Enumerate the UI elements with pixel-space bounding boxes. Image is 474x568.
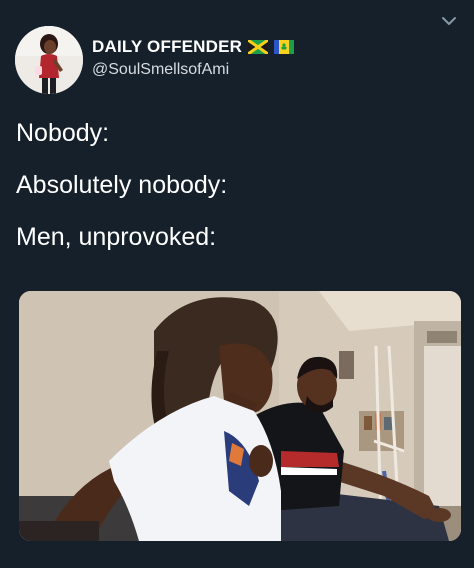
tweet-author[interactable]: DAILY OFFENDER @SoulSmellsofAmi [92,36,295,79]
tweet-media-photo[interactable] [19,291,461,541]
tweet-line-3: Men, unprovoked: [16,223,217,251]
tweet-text: Nobody: Absolutely nobody: Men, unprovok… [16,120,456,276]
name-row: DAILY OFFENDER [92,36,295,58]
avatar[interactable] [15,26,83,94]
user-handle[interactable]: @SoulSmellsofAmi [92,61,294,79]
tweet-line-2: Absolutely nobody: [16,171,228,199]
saint-vincent-flag-icon [274,40,295,54]
display-name[interactable]: DAILY OFFENDER [92,37,242,57]
tweet-card: DAILY OFFENDER @SoulSmellsofAmi Nobody: … [0,0,474,568]
tweet-line-1: Nobody: [16,119,110,147]
jamaica-flag-icon [247,38,270,56]
chevron-down-icon[interactable] [440,14,458,28]
